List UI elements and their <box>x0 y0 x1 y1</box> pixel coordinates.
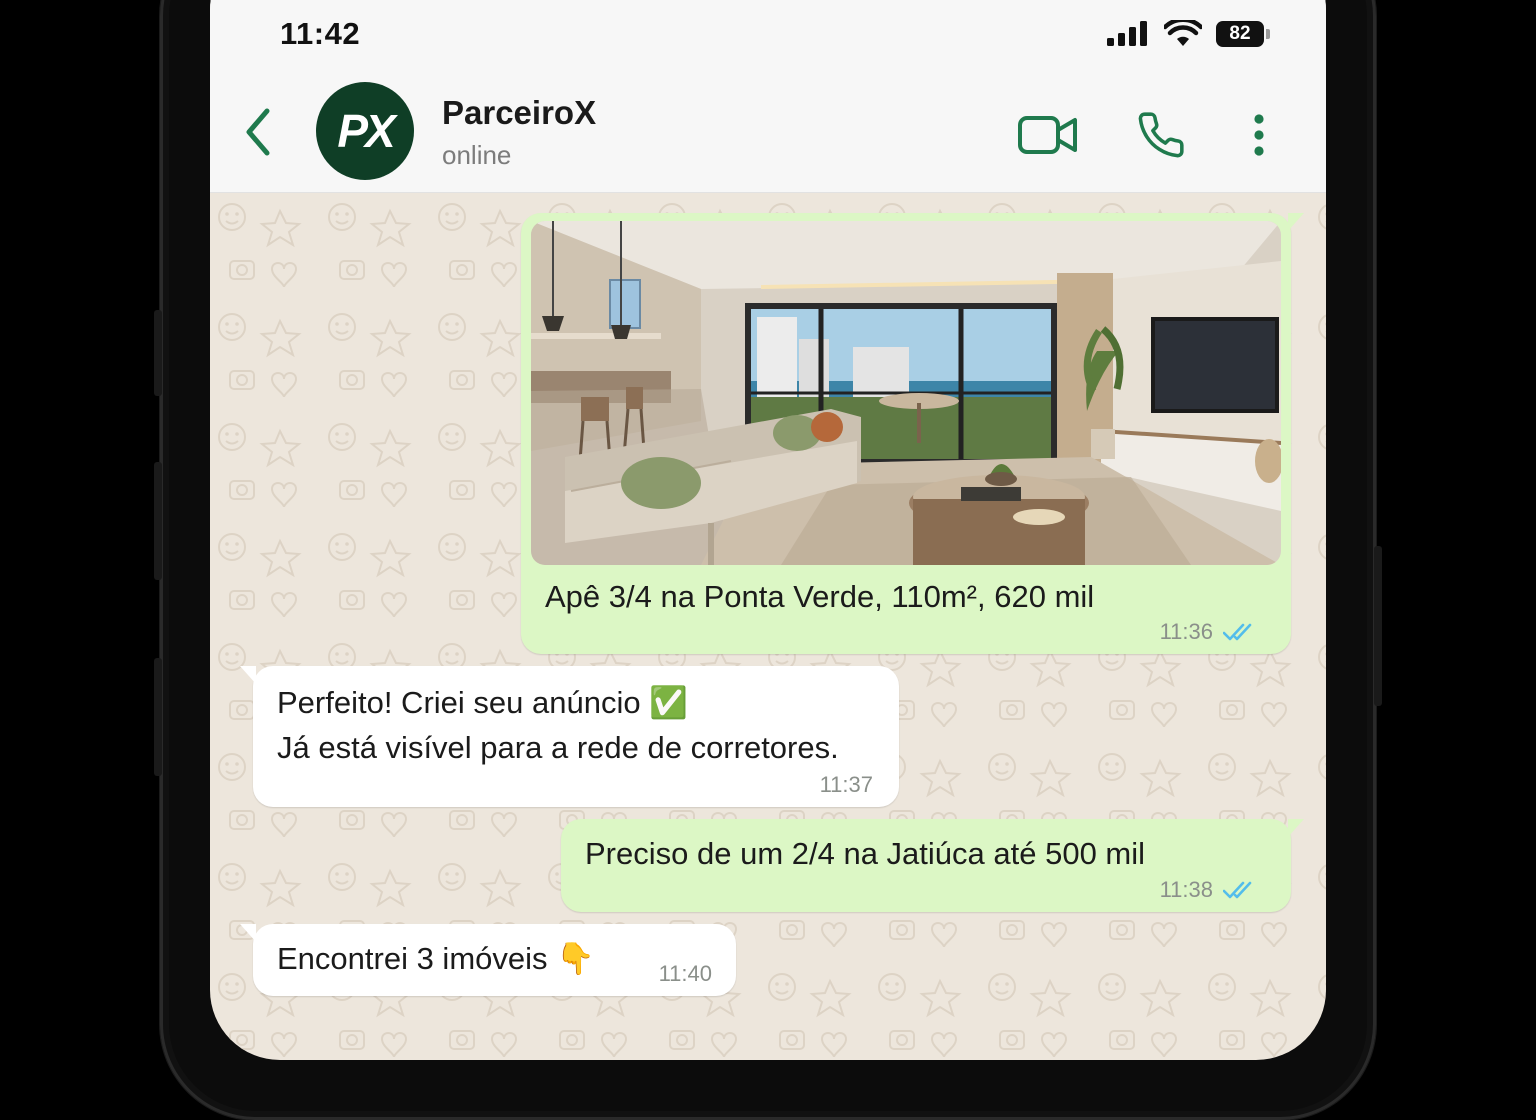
phone-side-button <box>154 658 162 776</box>
phone-screen: 11:42 82 PX ParceiroX online Apê 3/4 na … <box>210 0 1326 1060</box>
bubble-tail <box>1288 213 1304 231</box>
contact-name[interactable]: ParceiroX <box>442 94 596 132</box>
more-options-button[interactable] <box>1240 110 1278 160</box>
message-bubble-outgoing[interactable]: Apê 3/4 na Ponta Verde, 110m², 620 mil 1… <box>521 213 1304 654</box>
message-text: Apê 3/4 na Ponta Verde, 110m², 620 mil <box>545 579 1095 614</box>
message-bubble-outgoing[interactable]: Preciso de um 2/4 na Jatiúca até 500 mil… <box>561 819 1304 912</box>
message-bubble-incoming[interactable]: Perfeito! Criei seu anúncio ✅ Já está vi… <box>240 666 899 807</box>
contact-avatar[interactable]: PX <box>316 82 414 180</box>
back-button[interactable] <box>232 104 284 160</box>
message-time: 11:37 <box>819 772 873 797</box>
message-meta: 11:36 <box>1160 619 1257 645</box>
double-check-icon <box>1223 881 1252 899</box>
bubble-tail <box>1288 819 1304 837</box>
phone-side-button <box>154 462 162 580</box>
message-text-line: Já está visível para a rede de corretore… <box>277 730 839 765</box>
phone-power-button <box>1374 546 1382 706</box>
avatar-initials: PX <box>337 105 395 157</box>
message-meta: 11:40 <box>659 961 712 987</box>
message-time: 11:38 <box>1159 877 1213 902</box>
battery-level: 82 <box>1229 23 1251 44</box>
video-camera-icon <box>1018 116 1077 154</box>
voice-call-button[interactable] <box>1134 108 1188 162</box>
more-vertical-icon <box>1254 114 1264 156</box>
property-photo[interactable] <box>531 221 1281 565</box>
living-room-photo <box>531 221 1281 565</box>
battery-icon: 82 <box>1216 21 1270 47</box>
status-time: 11:42 <box>280 16 361 51</box>
chat-header: 11:42 82 PX ParceiroX online <box>210 0 1326 193</box>
bubble-tail <box>240 666 256 684</box>
message-text: Preciso de um 2/4 na Jatiúca até 500 mil <box>585 836 1146 871</box>
message-meta: 11:38 <box>1160 877 1257 903</box>
message-time: 11:40 <box>658 961 712 986</box>
contact-status: online <box>442 140 512 170</box>
chevron-left-icon <box>246 108 270 156</box>
message-text-line: Perfeito! Criei seu anúncio ✅ <box>277 685 688 720</box>
message-time: 11:36 <box>1159 619 1213 644</box>
status-icons: 82 <box>1106 20 1270 48</box>
message-bubble-incoming[interactable]: Encontrei 3 imóveis 👇 11:40 <box>240 924 736 996</box>
phone-icon <box>1138 112 1184 158</box>
signal-icon <box>1107 21 1147 46</box>
phone-side-button <box>154 310 162 396</box>
message-meta: 11:37 <box>820 772 873 798</box>
double-check-icon <box>1223 623 1252 641</box>
video-call-button[interactable] <box>1016 110 1080 160</box>
chat-area[interactable]: Apê 3/4 na Ponta Verde, 110m², 620 mil 1… <box>210 193 1326 1060</box>
wifi-icon <box>1164 20 1202 46</box>
message-text: Encontrei 3 imóveis 👇 <box>277 941 595 976</box>
bubble-tail <box>240 924 256 942</box>
